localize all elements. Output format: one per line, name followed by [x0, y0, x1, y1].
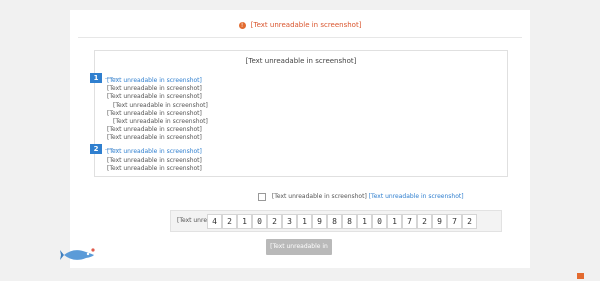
- divider: [78, 37, 522, 38]
- section-1-heading: [Text unreadable in screenshot]: [107, 77, 202, 84]
- id-digit-box[interactable]: 0: [372, 214, 387, 229]
- section-1-line: [Text unreadable in screenshot]: [107, 134, 202, 141]
- notice-banner: ! [Text unreadable in screenshot]: [70, 18, 530, 32]
- section-2-heading: [Text unreadable in screenshot]: [107, 148, 202, 155]
- section-1-line: [Text unreadable in screenshot]: [113, 118, 208, 125]
- notice-text: [Text unreadable in screenshot]: [250, 21, 362, 29]
- verification-panel: ! [Text unreadable in screenshot] [Text …: [70, 10, 530, 268]
- id-digit-box[interactable]: 8: [327, 214, 342, 229]
- section-2-line: [Text unreadable in screenshot]: [107, 165, 202, 172]
- id-digit-box[interactable]: 1: [237, 214, 252, 229]
- id-digit-box[interactable]: 1: [387, 214, 402, 229]
- id-digit-box[interactable]: 8: [342, 214, 357, 229]
- section-1-line: [Text unreadable in screenshot]: [107, 126, 202, 133]
- id-digit-box[interactable]: 7: [402, 214, 417, 229]
- id-digit-box[interactable]: 3: [282, 214, 297, 229]
- id-digit-box[interactable]: 7: [447, 214, 462, 229]
- section-1-line: [Text unreadable in screenshot]: [107, 93, 202, 100]
- id-digit-box[interactable]: 1: [297, 214, 312, 229]
- section-1-line: [Text unreadable in screenshot]: [107, 85, 202, 92]
- corner-widget[interactable]: [577, 272, 586, 279]
- agreement-row: [Text unreadable in screenshot] [Text un…: [258, 192, 464, 201]
- agreement-link[interactable]: [Text unreadable in screenshot]: [369, 193, 464, 200]
- id-digit-box[interactable]: 2: [222, 214, 237, 229]
- guide-title: [Text unreadable in screenshot]: [245, 57, 357, 65]
- submit-button[interactable]: [Text unreadable in screenshot]: [266, 239, 332, 266]
- id-digit-box[interactable]: 2: [462, 214, 477, 229]
- agreement-checkbox[interactable]: [258, 192, 266, 201]
- section-1-line: [Text unreadable in screenshot]: [113, 102, 208, 109]
- id-digit-box[interactable]: 4: [207, 214, 222, 229]
- section-2-number: 2: [90, 144, 102, 154]
- id-digit-box[interactable]: 0: [252, 214, 267, 229]
- section-1-number: 1: [90, 73, 102, 83]
- id-digit-box[interactable]: 9: [312, 214, 327, 229]
- agreement-text: [Text unreadable in screenshot]: [271, 193, 367, 200]
- guide-box: [Text unreadable in screenshot] 1 [Text …: [90, 50, 508, 177]
- id-number-field: [Text unreadable in screenshot] 4 2 1 0 …: [170, 210, 502, 232]
- id-digit-box[interactable]: 1: [357, 214, 372, 229]
- id-digit-box[interactable]: 2: [267, 214, 282, 229]
- mascot-fish-icon: [60, 248, 95, 260]
- id-digit-box[interactable]: 2: [417, 214, 432, 229]
- section-1-line: [Text unreadable in screenshot]: [107, 110, 202, 117]
- app-icon: [577, 272, 584, 279]
- warning-icon: !: [238, 21, 246, 29]
- id-digit-box[interactable]: 9: [432, 214, 447, 229]
- section-2-line: [Text unreadable in screenshot]: [107, 157, 202, 164]
